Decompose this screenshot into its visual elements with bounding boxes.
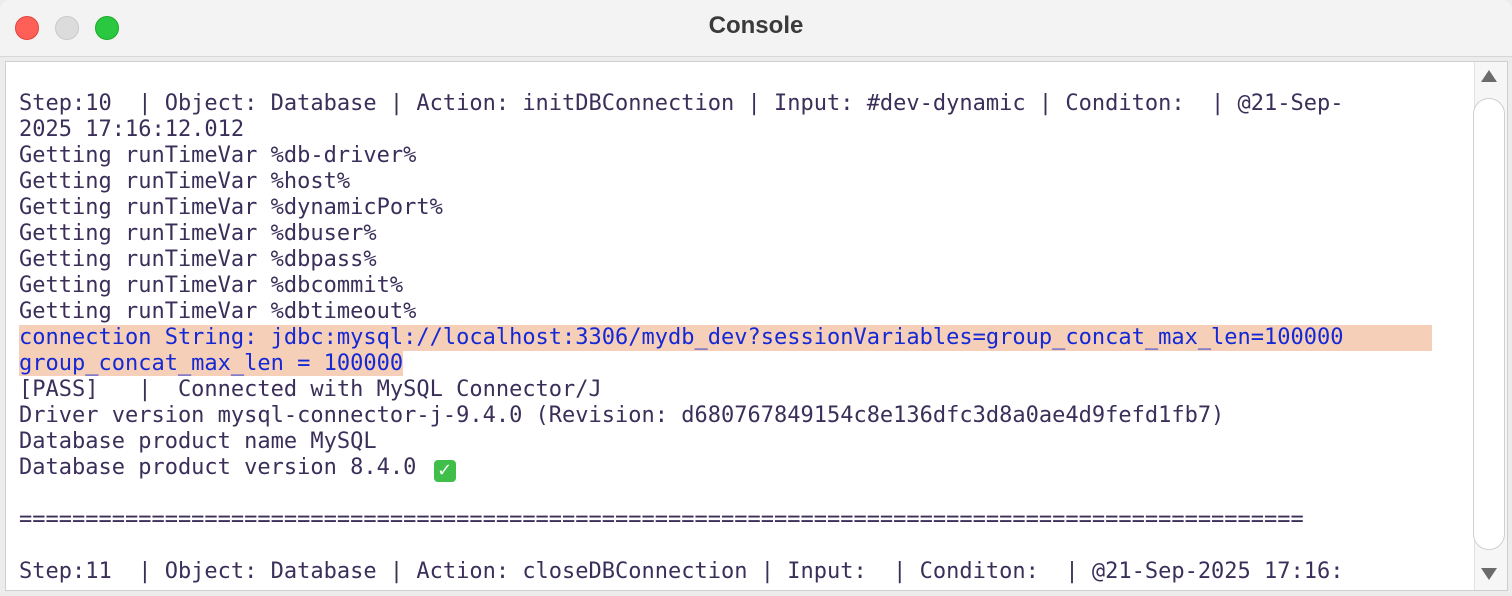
console-output-area[interactable]: Step:10 | Object: Database | Action: ini…: [5, 61, 1508, 591]
log-line: Database product name MySQL: [19, 429, 377, 454]
log-line: Getting runTimeVar %db-driver%: [19, 143, 417, 168]
log-line: Database product version 8.4.0 ✓: [19, 455, 1469, 482]
log-line: Driver version mysql-connector-j-9.4.0 (…: [19, 403, 1225, 428]
log-line-highlighted: group_concat_max_len = 100000: [19, 351, 1469, 377]
log-line: [PASS] | Connected with MySQL Connector/…: [19, 377, 602, 402]
log-line: Getting runTimeVar %dbpass%: [19, 247, 377, 272]
log-line: 2025 17:16:12.012: [19, 117, 245, 142]
log-line: Getting runTimeVar %dynamicPort%: [19, 195, 443, 220]
scrollbar-thumb[interactable]: [1473, 98, 1505, 550]
scroll-up-arrow-icon[interactable]: [1481, 70, 1497, 82]
check-mark-icon: ✓: [433, 460, 456, 482]
vertical-scrollbar[interactable]: [1473, 62, 1507, 590]
log-line-blank: [19, 533, 1469, 559]
log-line: Step:11 | Object: Database | Action: clo…: [19, 559, 1344, 584]
log-line: Getting runTimeVar %dbuser%: [19, 221, 377, 246]
log-line-highlighted: connection String: jdbc:mysql://localhos…: [19, 325, 1469, 351]
group-concat-highlight: group_concat_max_len = 100000: [19, 351, 404, 376]
scroll-down-arrow-icon[interactable]: [1481, 568, 1497, 580]
connection-string-highlight: connection String: jdbc:mysql://localhos…: [19, 325, 1432, 351]
product-version-text: Database product version 8.4.0: [19, 455, 417, 480]
title-bar[interactable]: Console: [0, 0, 1512, 57]
log-line: Getting runTimeVar %dbcommit%: [19, 273, 404, 298]
log-line: Step:10 | Object: Database | Action: ini…: [19, 91, 1344, 116]
log-line: Getting runTimeVar %dbtimeout%: [19, 299, 417, 324]
window-title: Console: [708, 12, 804, 39]
log-line-blank: [19, 481, 1469, 507]
separator-line: ========================================…: [19, 507, 1304, 532]
log-line: Getting runTimeVar %host%: [19, 169, 351, 194]
console-window: Console Step:10 | Object: Database | Act…: [0, 0, 1512, 596]
console-log: Step:10 | Object: Database | Action: ini…: [19, 91, 1469, 585]
